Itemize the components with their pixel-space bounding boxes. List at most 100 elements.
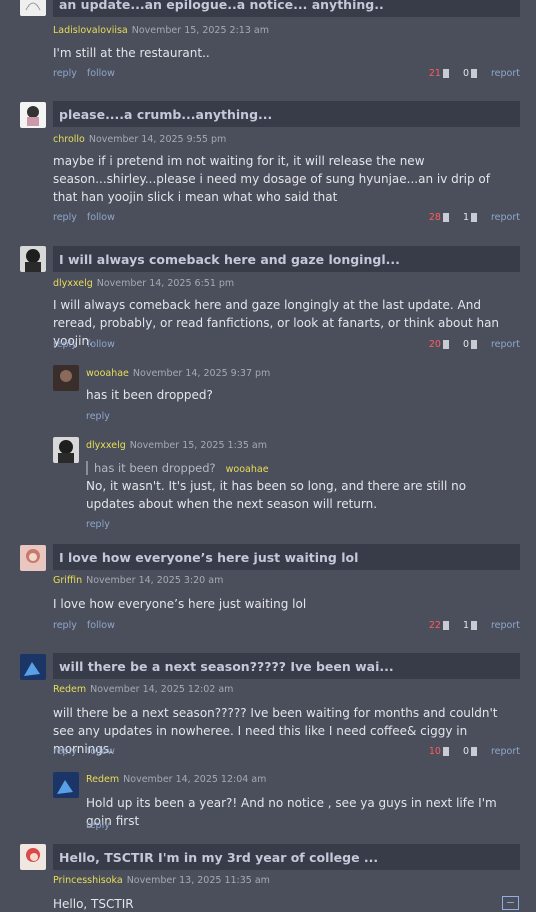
username[interactable]: Griffin bbox=[53, 575, 82, 586]
comment-title-bar[interactable]: please....a crumb...anything... bbox=[53, 101, 520, 127]
report-button[interactable]: report bbox=[491, 620, 520, 631]
avatar[interactable] bbox=[20, 654, 46, 680]
comment-actions: reply follow 21 0 report bbox=[53, 68, 520, 82]
timestamp: November 14, 2025 6:51 pm bbox=[96, 278, 235, 289]
follow-button[interactable]: follow bbox=[87, 212, 115, 223]
quoted-text: has it been dropped? wooahae bbox=[86, 461, 269, 475]
comment-meta: Griffin November 14, 2025 3:20 am bbox=[53, 575, 223, 586]
report-button[interactable]: report bbox=[491, 746, 520, 757]
thumbs-up-icon[interactable] bbox=[442, 340, 449, 349]
thumbs-down-icon[interactable] bbox=[470, 340, 477, 349]
comment-meta: Princesshisoka November 13, 2025 11:35 am bbox=[53, 875, 270, 886]
comment-meta: Ladislovaloviisa November 15, 2025 2:13 a… bbox=[53, 25, 269, 36]
username[interactable]: Ladislovaloviisa bbox=[53, 25, 128, 36]
timestamp: November 15, 2025 1:35 am bbox=[129, 440, 267, 451]
like-count: 20 bbox=[428, 339, 441, 350]
timestamp: November 14, 2025 9:55 pm bbox=[88, 134, 227, 145]
avatar[interactable] bbox=[20, 0, 46, 16]
username[interactable]: Redem bbox=[53, 684, 86, 695]
comment-actions: reply follow 22 1 report bbox=[53, 620, 520, 634]
reply-body: Hold up its been a year?! And no notice … bbox=[86, 796, 497, 828]
timestamp: November 13, 2025 11:35 am bbox=[126, 875, 270, 886]
reply-button[interactable]: reply bbox=[86, 519, 110, 530]
comment-title-bar[interactable]: Hello, TSCTIR I'm in my 3rd year of coll… bbox=[53, 844, 520, 870]
comment-title: I will always comeback here and gaze lon… bbox=[59, 251, 400, 267]
like-count: 10 bbox=[428, 746, 441, 757]
dislike-count: 1 bbox=[462, 212, 469, 223]
quote-body: has it been dropped? bbox=[94, 461, 216, 475]
reply-meta: Redem November 14, 2025 12:04 am bbox=[86, 774, 266, 785]
dislike-count: 0 bbox=[462, 746, 469, 757]
thumbs-up-icon[interactable] bbox=[442, 69, 449, 78]
thumbs-down-icon[interactable] bbox=[470, 213, 477, 222]
comment-title: an update...an epilogue..a notice... any… bbox=[59, 0, 384, 12]
avatar[interactable] bbox=[20, 102, 46, 128]
reply-body: No, it wasn't. It's just, it has been so… bbox=[86, 479, 467, 511]
like-count: 21 bbox=[428, 68, 441, 79]
report-button[interactable]: report bbox=[491, 68, 520, 79]
avatar[interactable] bbox=[20, 545, 46, 571]
avatar[interactable] bbox=[53, 365, 79, 391]
timestamp: November 14, 2025 12:02 am bbox=[90, 684, 234, 695]
thumbs-up-icon[interactable] bbox=[442, 747, 449, 756]
username[interactable]: wooahae bbox=[86, 368, 129, 379]
follow-button[interactable]: follow bbox=[87, 339, 115, 350]
comment-body: I love how everyone’s here just waiting … bbox=[53, 597, 307, 611]
like-count: 28 bbox=[428, 212, 441, 223]
reply-meta: wooahae November 14, 2025 9:37 pm bbox=[86, 368, 270, 379]
collapse-button[interactable]: − bbox=[502, 896, 519, 910]
timestamp: November 15, 2025 2:13 am bbox=[131, 25, 269, 36]
username[interactable]: dlyxxelg bbox=[86, 440, 126, 451]
reply-button[interactable]: reply bbox=[86, 411, 110, 422]
username[interactable]: dlyxxelg bbox=[53, 278, 93, 289]
comment-title-bar[interactable]: I will always comeback here and gaze lon… bbox=[53, 246, 520, 272]
follow-button[interactable]: follow bbox=[87, 620, 115, 631]
thumbs-down-icon[interactable] bbox=[470, 69, 477, 78]
comment-body: maybe if i pretend im not waiting for it… bbox=[53, 154, 490, 204]
comment-title: Hello, TSCTIR I'm in my 3rd year of coll… bbox=[59, 849, 379, 865]
follow-button[interactable]: follow bbox=[87, 746, 115, 757]
reply-button[interactable]: reply bbox=[53, 68, 77, 79]
follow-button[interactable]: follow bbox=[87, 68, 115, 79]
thumbs-down-icon[interactable] bbox=[470, 621, 477, 630]
comment-title: will there be a next season????? Ive bee… bbox=[59, 658, 394, 674]
username[interactable]: Princesshisoka bbox=[53, 875, 123, 886]
dislike-count: 1 bbox=[462, 620, 469, 631]
reply-body: has it been dropped? bbox=[86, 388, 213, 402]
comment-actions: reply follow 10 0 report bbox=[53, 746, 520, 760]
comment-actions: reply follow 20 0 report bbox=[53, 339, 520, 353]
reply-button[interactable]: reply bbox=[53, 212, 77, 223]
avatar[interactable] bbox=[53, 772, 79, 798]
quote-author[interactable]: wooahae bbox=[226, 464, 269, 475]
comment-meta: dlyxxelg November 14, 2025 6:51 pm bbox=[53, 278, 234, 289]
username[interactable]: chrollo bbox=[53, 134, 85, 145]
reply-button[interactable]: reply bbox=[53, 620, 77, 631]
timestamp: November 14, 2025 3:20 am bbox=[86, 575, 224, 586]
avatar[interactable] bbox=[20, 844, 46, 870]
reply-button[interactable]: reply bbox=[53, 746, 77, 757]
comment-title: I love how everyone’s here just waiting … bbox=[59, 549, 359, 565]
comment-body: Hello, TSCTIR bbox=[53, 897, 134, 911]
avatar[interactable] bbox=[53, 437, 79, 463]
comment-body: I'm still at the restaurant.. bbox=[53, 46, 210, 60]
report-button[interactable]: report bbox=[491, 339, 520, 350]
thumbs-up-icon[interactable] bbox=[442, 213, 449, 222]
timestamp: November 14, 2025 9:37 pm bbox=[132, 368, 271, 379]
comment-meta: chrollo November 14, 2025 9:55 pm bbox=[53, 134, 226, 145]
thumbs-down-icon[interactable] bbox=[470, 747, 477, 756]
thumbs-up-icon[interactable] bbox=[442, 621, 449, 630]
like-count: 22 bbox=[428, 620, 441, 631]
comment-title-bar[interactable]: an update...an epilogue..a notice... any… bbox=[53, 0, 520, 17]
avatar[interactable] bbox=[20, 246, 46, 272]
dislike-count: 0 bbox=[462, 68, 469, 79]
report-button[interactable]: report bbox=[491, 212, 520, 223]
comment-title-bar[interactable]: will there be a next season????? Ive bee… bbox=[53, 653, 520, 679]
reply-meta: dlyxxelg November 15, 2025 1:35 am bbox=[86, 440, 267, 451]
comment-title-bar[interactable]: I love how everyone’s here just waiting … bbox=[53, 544, 520, 570]
reply-button[interactable]: reply bbox=[53, 339, 77, 350]
username[interactable]: Redem bbox=[86, 774, 119, 785]
dislike-count: 0 bbox=[462, 339, 469, 350]
reply-button[interactable]: reply bbox=[86, 820, 110, 831]
comment-actions: reply follow 28 1 report bbox=[53, 212, 520, 226]
comment-title: please....a crumb...anything... bbox=[59, 106, 273, 122]
